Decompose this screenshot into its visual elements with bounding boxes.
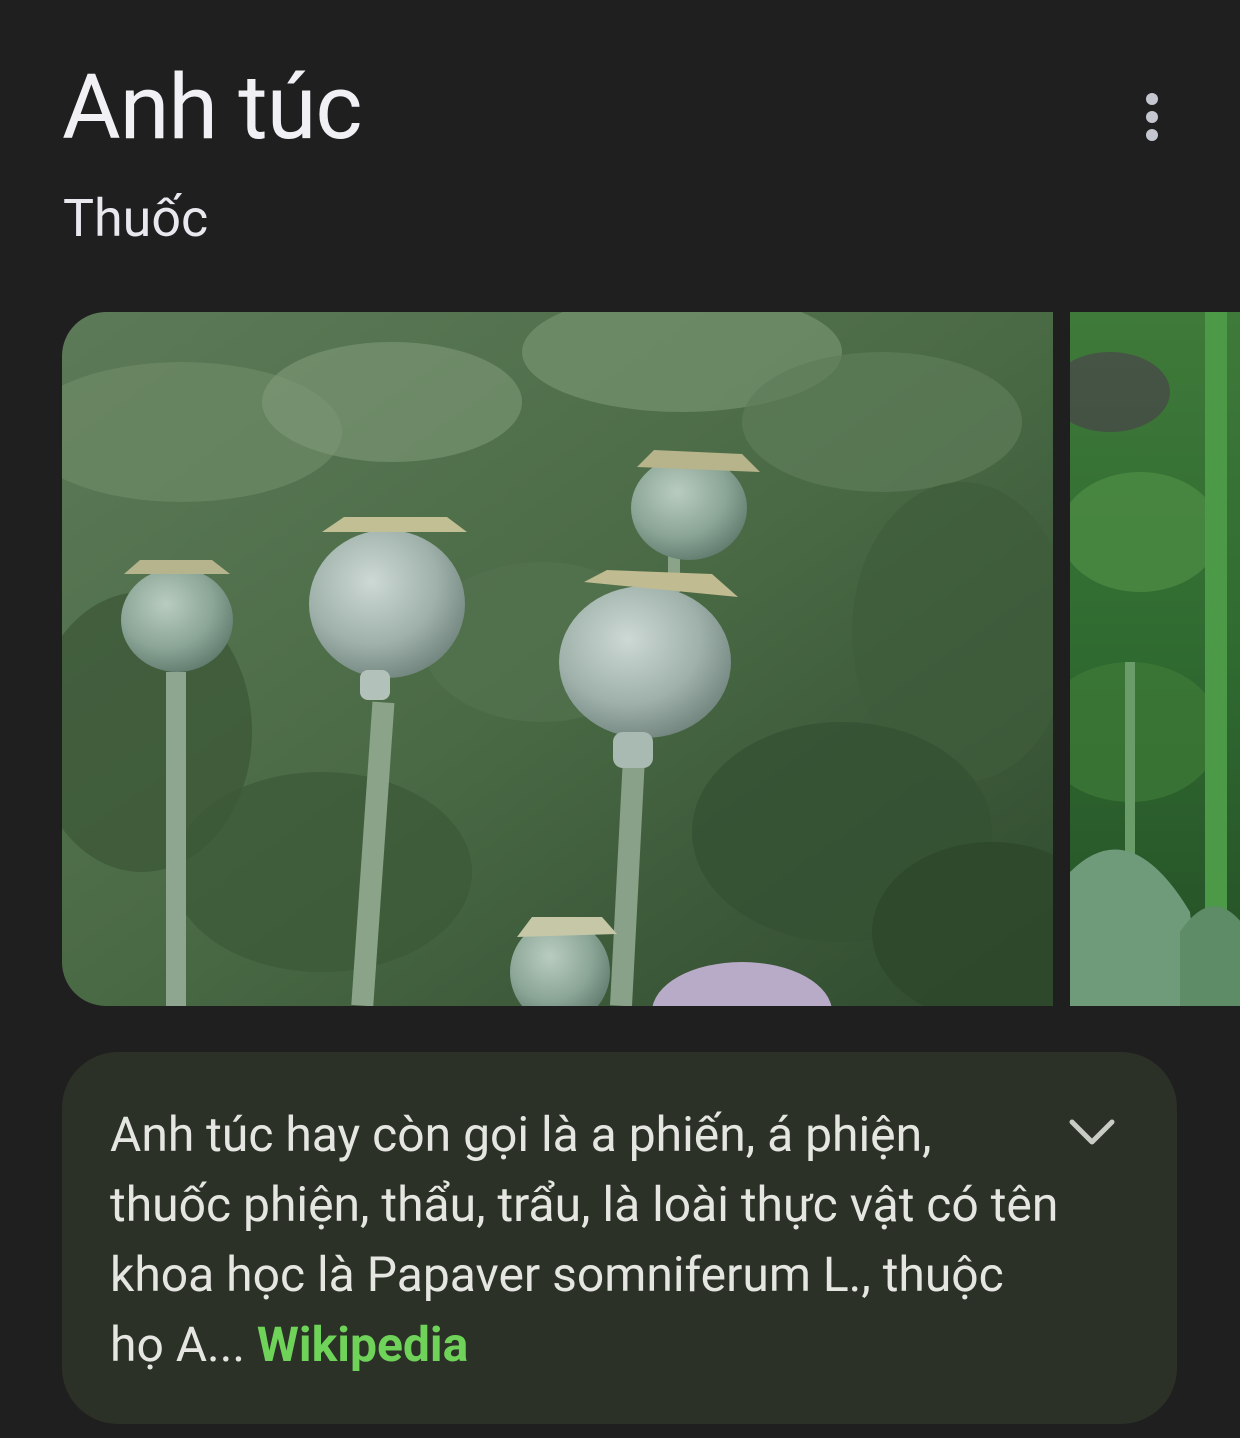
description-snippet: Anh túc hay còn gọi là a phiến, á phiện,… bbox=[110, 1106, 1059, 1373]
more-vert-icon-dot bbox=[1146, 111, 1158, 123]
poppy-plant-photo bbox=[1070, 312, 1240, 1006]
poppy-pods-photo bbox=[62, 312, 1053, 1006]
wikipedia-link[interactable]: Wikipedia bbox=[257, 1316, 468, 1373]
knowledge-panel: Anh túc Thuốc Anh túc hay còn gọi là a p… bbox=[0, 0, 1240, 1438]
more-vert-icon bbox=[1146, 93, 1158, 105]
image-carousel bbox=[62, 312, 1240, 1006]
entity-subtitle: Thuốc bbox=[63, 188, 209, 249]
expand-description-button[interactable] bbox=[1062, 1106, 1122, 1156]
more-vert-icon-dot bbox=[1146, 129, 1158, 141]
image-thumbnail-poppy-pods[interactable] bbox=[62, 312, 1053, 1006]
more-options-button[interactable] bbox=[1122, 82, 1182, 152]
description-card: Anh túc hay còn gọi là a phiến, á phiện,… bbox=[62, 1052, 1177, 1424]
entity-title: Anh túc bbox=[62, 55, 362, 160]
description-text: Anh túc hay còn gọi là a phiến, á phiện,… bbox=[110, 1100, 1060, 1380]
image-thumbnail-poppy-plant[interactable] bbox=[1070, 312, 1240, 1006]
chevron-down-icon bbox=[1069, 1119, 1115, 1145]
